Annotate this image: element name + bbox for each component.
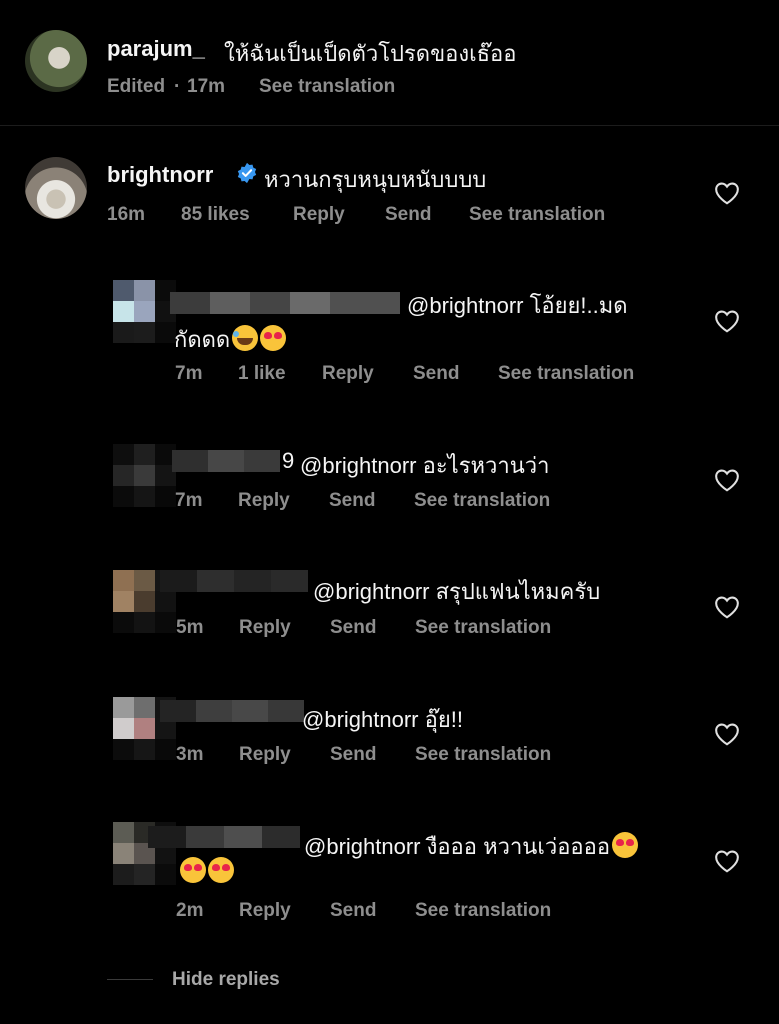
- avatar-blurred[interactable]: [113, 280, 176, 343]
- reply-timestamp: 7m: [175, 490, 203, 511]
- see-translation-link[interactable]: See translation: [415, 900, 551, 922]
- heart-outline-icon[interactable]: [714, 722, 740, 746]
- reply-timestamp: 3m: [176, 744, 204, 765]
- reply-text: @brightnorr งือออ หวานเว่ออออ: [304, 829, 639, 864]
- reply-text-continuation: กัดดด: [174, 327, 231, 352]
- heart-eyes-emoji-icon: [180, 857, 206, 883]
- reply-button[interactable]: Reply: [238, 490, 290, 512]
- send-button[interactable]: Send: [329, 490, 375, 512]
- heart-outline-icon[interactable]: [714, 595, 740, 619]
- username-blurred[interactable]: [172, 450, 280, 472]
- heart-outline-icon[interactable]: [714, 181, 740, 205]
- send-button[interactable]: Send: [385, 204, 431, 226]
- heart-eyes-emoji-icon: [612, 832, 639, 858]
- edited-label: Edited: [107, 76, 166, 97]
- reply-button[interactable]: Reply: [239, 744, 291, 766]
- meta-dot: ·: [174, 76, 181, 97]
- tears-of-joy-emoji-icon: [232, 325, 259, 351]
- reply-text: @brightnorr อะไรหวานว่า: [300, 453, 550, 478]
- username-blurred[interactable]: [148, 826, 300, 848]
- heart-outline-icon[interactable]: [714, 309, 740, 333]
- hide-replies-button[interactable]: Hide replies: [172, 969, 280, 991]
- avatar-brightnorr[interactable]: [25, 157, 87, 219]
- send-button[interactable]: Send: [330, 617, 376, 639]
- reply-likes-count[interactable]: 1 like: [238, 363, 286, 385]
- verified-badge-icon: [237, 162, 257, 184]
- reply-text-content: @brightnorr งือออ หวานเว่ออออ: [304, 834, 611, 859]
- username-blurred[interactable]: [170, 292, 400, 314]
- timestamp-parajum: 17m: [187, 76, 226, 97]
- reply-timestamp: 2m: [176, 900, 204, 921]
- reply-text: @brightnorr สรุปแฟนไหมครับ: [313, 579, 601, 604]
- reply-text-line2: กัดดด: [174, 322, 287, 357]
- heart-outline-icon[interactable]: [714, 849, 740, 873]
- reply-timestamp: 7m: [175, 363, 203, 384]
- see-translation-link[interactable]: See translation: [469, 204, 605, 226]
- see-translation-link[interactable]: See translation: [498, 363, 634, 385]
- see-translation-link[interactable]: See translation: [259, 76, 395, 98]
- reply-button[interactable]: Reply: [293, 204, 345, 226]
- heart-eyes-emoji-icon: [208, 857, 234, 883]
- timestamp-brightnorr: 16m: [107, 204, 146, 225]
- reply-text: @brightnorr อุ๊ย!!: [302, 707, 463, 732]
- reply-text: @brightnorr โอ้ยย!..มด: [407, 293, 628, 318]
- see-translation-link[interactable]: See translation: [415, 744, 551, 766]
- comment-text-brightnorr: หวานกรุบหนุบหนับบบบ: [264, 167, 487, 192]
- username-fragment: 9: [282, 448, 295, 473]
- heart-eyes-emoji-icon: [260, 325, 287, 351]
- username-brightnorr[interactable]: brightnorr: [107, 162, 213, 188]
- send-button[interactable]: Send: [413, 363, 459, 385]
- reply-button[interactable]: Reply: [322, 363, 374, 385]
- see-translation-link[interactable]: See translation: [414, 490, 550, 512]
- comment-text-parajum: ให้ฉันเป็นเป็ดตัวโปรดของเธ๊ออ: [224, 41, 517, 66]
- hide-replies-divider: [107, 979, 153, 980]
- reply-emoji-line: [178, 857, 234, 885]
- username-parajum[interactable]: parajum_: [107, 36, 205, 62]
- reply-timestamp: 5m: [176, 617, 204, 638]
- avatar-blurred[interactable]: [113, 444, 176, 507]
- send-button[interactable]: Send: [330, 900, 376, 922]
- avatar-parajum[interactable]: [25, 30, 87, 92]
- heart-outline-icon[interactable]: [714, 468, 740, 492]
- send-button[interactable]: Send: [330, 744, 376, 766]
- reply-button[interactable]: Reply: [239, 900, 291, 922]
- likes-count-brightnorr[interactable]: 85 likes: [181, 204, 250, 226]
- section-divider: [0, 125, 779, 126]
- reply-button[interactable]: Reply: [239, 617, 291, 639]
- see-translation-link[interactable]: See translation: [415, 617, 551, 639]
- username-blurred[interactable]: [160, 570, 308, 592]
- username-blurred[interactable]: [160, 700, 304, 722]
